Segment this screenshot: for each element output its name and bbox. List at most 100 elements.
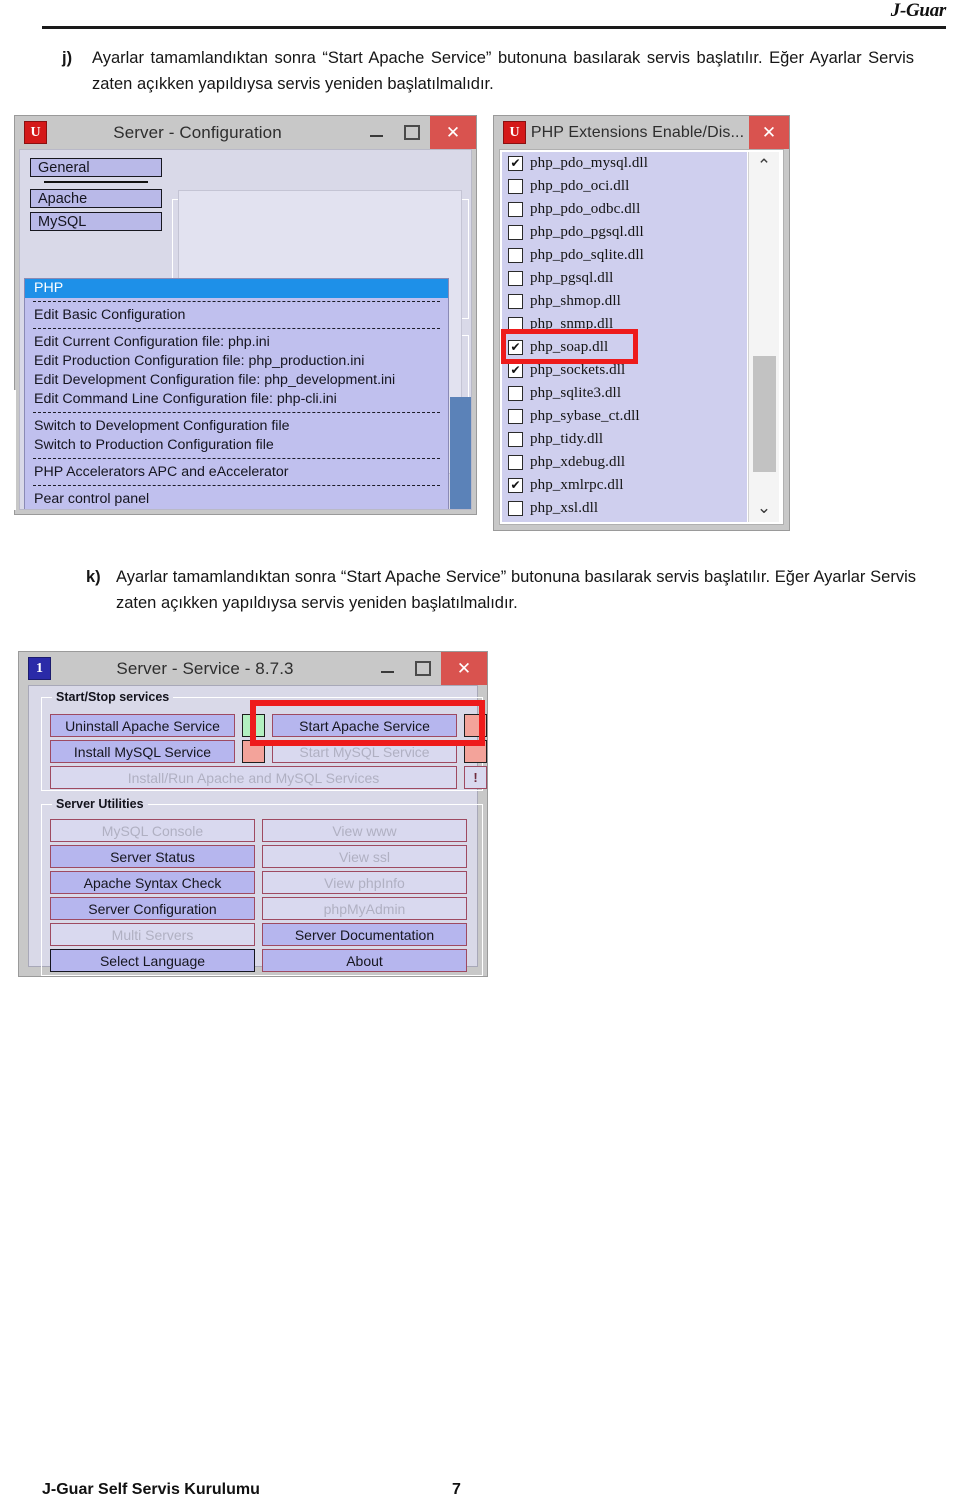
install-run-apache-mysql-button[interactable]: Install/Run Apache and MySQL Services [50,766,457,789]
php-menu-item[interactable]: PHP Accelerators APC and eAccelerator [25,463,448,482]
menu-separator [33,485,440,487]
extension-list-item[interactable]: php_xsl.dll [502,497,747,520]
window-php-extensions[interactable]: U PHP Extensions Enable/Dis... ✕ ✔ php_pd… [493,115,790,531]
extension-list-item[interactable]: php_pdo_oci.dll [502,175,747,198]
php-menu-item[interactable]: Edit Command Line Configuration file: ph… [25,390,448,409]
groupbox-server-utilities: Server Utilities MySQL Console Server Sta… [41,797,483,976]
php-menu-item[interactable]: Pear control panel [25,490,448,509]
step-marker-k: k) [86,568,101,586]
extension-checkbox[interactable] [508,432,523,447]
extension-label: php_sockets.dll [530,362,626,378]
menu-separator [33,301,440,303]
uniserver-logo-icon: U [503,121,526,144]
service-system-buttons: ✕ [369,652,487,685]
extension-list-item[interactable]: php_shmop.dll [502,290,747,313]
extension-checkbox[interactable] [508,409,523,424]
minimize-button[interactable] [369,652,405,685]
extension-list-item[interactable]: php_pdo_pgsql.dll [502,221,747,244]
extension-checkbox[interactable] [508,294,523,309]
extension-checkbox[interactable] [508,179,523,194]
scroll-up-icon[interactable]: ⌃ [749,152,779,180]
uniserver-logo-icon: U [24,121,47,144]
extension-checkbox[interactable] [508,202,523,217]
extension-label: php_pdo_odbc.dll [530,201,641,217]
scroll-down-icon[interactable]: ⌄ [749,494,779,522]
maximize-button[interactable] [405,652,441,685]
close-icon[interactable]: ✕ [430,116,476,149]
php-menu-item[interactable]: Edit Current Configuration file: php.ini [25,333,448,352]
extension-checkbox[interactable]: ✔ [508,156,523,171]
extension-label: php_pgsql.dll [530,270,614,286]
config-titlebar[interactable]: U Server - Configuration ✕ [15,116,476,149]
utility-button-view-www[interactable]: View www [262,819,467,842]
utility-button-about[interactable]: About [262,949,467,972]
warning-badge[interactable]: ! [464,766,487,789]
page-brand: J-Guar [890,0,947,21]
extension-label: php_pdo_pgsql.dll [530,224,644,240]
extension-list-item[interactable]: ✔ php_pdo_mysql.dll [502,152,747,175]
extension-checkbox[interactable]: ✔ [508,478,523,493]
extension-checkbox[interactable] [508,271,523,286]
utility-button-server-configuration[interactable]: Server Configuration [50,897,255,920]
php-menu-item[interactable]: Edit Basic Configuration [25,306,448,325]
extension-list-item[interactable]: php_pgsql.dll [502,267,747,290]
extension-list-item[interactable]: ✔ php_xmlrpc.dll [502,474,747,497]
php-menu-item[interactable]: Switch to Production Configuration file [25,436,448,455]
minimize-button[interactable] [358,116,394,149]
extension-checkbox[interactable] [508,225,523,240]
extension-list-item[interactable]: php_tidy.dll [502,428,747,451]
utility-button-view-phpinfo[interactable]: View phpInfo [262,871,467,894]
php-menu-item[interactable]: Switch to Development Configuration file [25,417,448,436]
utility-button-server-status[interactable]: Server Status [50,845,255,868]
extension-list-item[interactable]: php_sqlite3.dll [502,382,747,405]
nav-button-apache[interactable]: Apache [30,189,162,208]
extension-label: php_pdo_oci.dll [530,178,630,194]
step-marker-j: j) [62,49,73,67]
nav-button-general[interactable]: General [30,158,162,177]
extension-list-item[interactable]: php_xdebug.dll [502,451,747,474]
uniserver-tray-icon: 1 [28,657,51,680]
menu-separator [33,458,440,460]
close-icon[interactable]: ✕ [749,116,789,149]
extension-checkbox[interactable] [508,501,523,516]
scrollbar-thumb[interactable] [753,356,776,472]
extensions-scrollbar[interactable]: ⌃ ⌄ [748,152,779,522]
step-text-j: Ayarlar tamamlandıktan sonra “Start Apac… [92,49,914,93]
php-dropdown-menu[interactable]: PHP Edit Basic Configuration Edit Current … [24,278,449,509]
utility-button-view-ssl[interactable]: View ssl [262,845,467,868]
maximize-button[interactable] [394,116,430,149]
menu-separator [33,328,440,330]
extension-label: php_pdo_mysql.dll [530,155,648,171]
utility-button-apache-syntax-check[interactable]: Apache Syntax Check [50,871,255,894]
extension-label: php_tidy.dll [530,431,604,447]
utility-button-server-documentation[interactable]: Server Documentation [262,923,467,946]
window-server-configuration[interactable]: U Server - Configuration ✕ General Apach… [14,115,477,515]
extensions-titlebar[interactable]: U PHP Extensions Enable/Dis... ✕ [494,116,789,149]
nav-button-mysql[interactable]: MySQL [30,212,162,231]
uninstall-apache-service-button[interactable]: Uninstall Apache Service [50,714,235,737]
extension-list-item[interactable]: php_pdo_sqlite.dll [502,244,747,267]
php-menu-item[interactable]: PHP [25,279,448,298]
utility-button-multi-servers[interactable]: Multi Servers [50,923,255,946]
extension-checkbox[interactable] [508,248,523,263]
extension-label: php_xmlrpc.dll [530,477,624,493]
utility-button-phpmyadmin[interactable]: phpMyAdmin [262,897,467,920]
step-text-k: Ayarlar tamamlandıktan sonra “Start Apac… [116,568,916,612]
extension-checkbox[interactable]: ✔ [508,363,523,378]
groupbox-server-utilities-title: Server Utilities [52,797,148,811]
highlight-box-php-soap [501,329,638,364]
php-menu-item[interactable]: Edit Production Configuration file: php_… [25,352,448,371]
extension-checkbox[interactable] [508,455,523,470]
service-titlebar[interactable]: 1 Server - Service - 8.7.3 ✕ [19,652,487,685]
extension-list-item[interactable]: php_sybase_ct.dll [502,405,747,428]
php-menu-item[interactable]: Edit Development Configuration file: php… [25,371,448,390]
close-icon[interactable]: ✕ [441,652,487,685]
install-mysql-service-button[interactable]: Install MySQL Service [50,740,235,763]
header-divider [42,26,946,29]
utility-button-mysql-console[interactable]: MySQL Console [50,819,255,842]
utility-button-select-language[interactable]: Select Language [50,949,255,972]
highlight-box-start-apache-service [250,700,485,746]
menu-separator [33,412,440,414]
extension-list-item[interactable]: php_pdo_odbc.dll [502,198,747,221]
extension-checkbox[interactable] [508,386,523,401]
